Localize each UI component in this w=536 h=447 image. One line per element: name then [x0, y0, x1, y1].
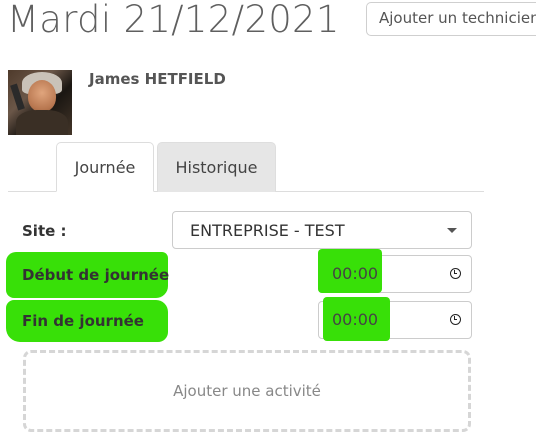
clock-icon[interactable]: [450, 314, 461, 325]
tab-journee[interactable]: Journée: [56, 142, 154, 192]
site-select[interactable]: ENTREPRISE - TEST: [172, 211, 472, 249]
tab-historique[interactable]: Historique: [157, 142, 276, 192]
clock-icon[interactable]: [450, 268, 461, 279]
end-time-value: 00:00: [332, 310, 379, 329]
end-of-day-label: Fin de journée: [22, 312, 144, 330]
avatar: [8, 70, 72, 135]
site-select-value: ENTREPRISE - TEST: [190, 221, 345, 240]
chevron-down-icon: [447, 228, 457, 233]
add-technician-input[interactable]: Ajouter un technicien: [366, 2, 536, 36]
add-activity-label: Ajouter une activité: [173, 382, 321, 400]
site-label: Site :: [22, 222, 67, 240]
start-of-day-label: Début de journée: [22, 266, 170, 284]
add-activity-button[interactable]: Ajouter une activité: [23, 350, 471, 432]
start-time-value: 00:00: [332, 264, 379, 283]
user-name: James HETFIELD: [89, 70, 226, 88]
page-title: Mardi 21/12/2021: [7, 0, 340, 41]
page: Mardi 21/12/2021 Ajouter un technicien J…: [0, 0, 536, 447]
